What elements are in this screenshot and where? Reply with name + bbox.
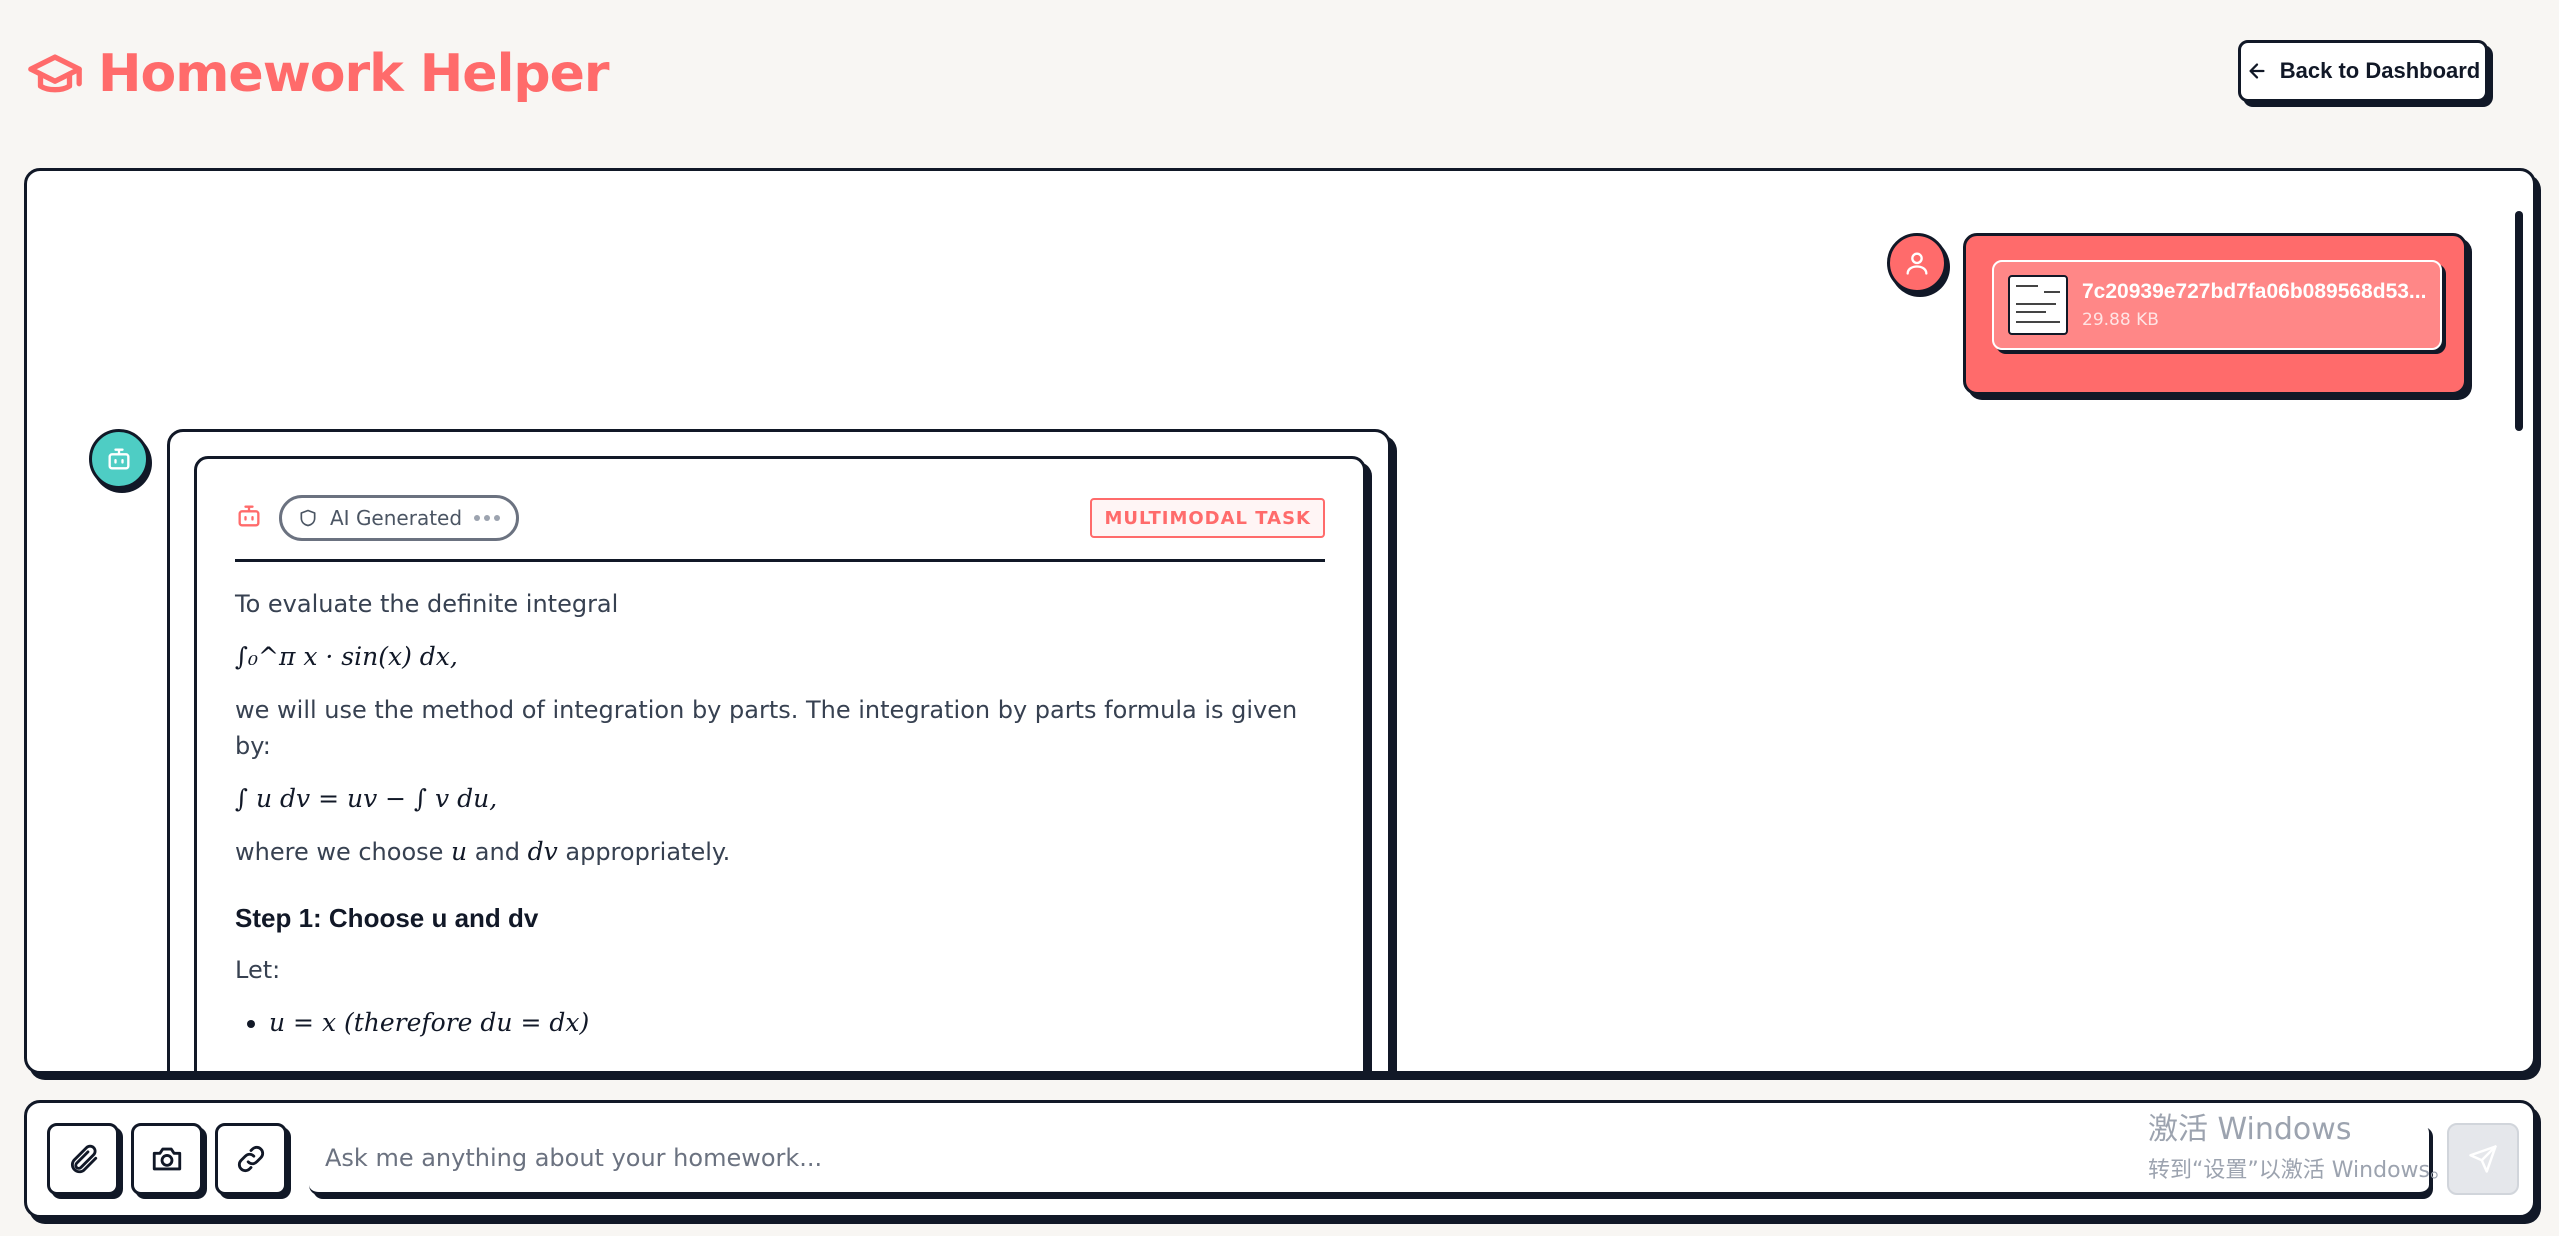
camera-icon xyxy=(152,1147,182,1171)
more-dots-icon xyxy=(474,515,501,521)
app-logo: Homework Helper xyxy=(26,44,610,104)
send-button[interactable] xyxy=(2447,1123,2519,1195)
response-method: we will use the method of integration by… xyxy=(235,695,1298,760)
list-item: u = x (therefore du = dx) xyxy=(269,1004,1325,1042)
chat-panel[interactable]: 7c20939e727bd7fa06b089568d53... 29.88 KB xyxy=(24,168,2536,1074)
paperclip-icon xyxy=(70,1144,98,1174)
ai-generated-badge[interactable]: AI Generated xyxy=(279,495,520,541)
parts-formula: ∫ u dv = uv − ∫ v du, xyxy=(235,783,498,813)
camera-button[interactable] xyxy=(131,1123,203,1195)
app-title: Homework Helper xyxy=(98,44,610,104)
ai-generated-label: AI Generated xyxy=(330,506,463,530)
link-icon xyxy=(237,1145,265,1173)
response-body: To evaluate the definite integral ∫₀^π x… xyxy=(235,562,1325,1041)
send-icon xyxy=(2469,1145,2497,1173)
chat-input[interactable] xyxy=(309,1123,2429,1195)
file-name: 7c20939e727bd7fa06b089568d53... xyxy=(2082,280,2426,303)
robot-small-icon xyxy=(235,502,263,534)
bot-message-bubble: AI Generated MULTIMODAL TASK To evaluate… xyxy=(167,429,1391,1071)
task-type-badge: MULTIMODAL TASK xyxy=(1090,498,1325,538)
back-to-dashboard-label: Back to Dashboard xyxy=(2279,58,2481,83)
link-button[interactable] xyxy=(215,1123,287,1195)
robot-icon xyxy=(108,448,130,470)
arrow-left-icon xyxy=(2249,63,2265,79)
response-header: AI Generated MULTIMODAL TASK xyxy=(235,495,1325,562)
step-1-title: Step 1: Choose u and dv xyxy=(235,902,539,933)
integral-expression: ∫₀^π x · sin(x) dx, xyxy=(235,642,458,671)
bot-response-card: AI Generated MULTIMODAL TASK To evaluate… xyxy=(194,456,1366,1071)
user-avatar xyxy=(1887,233,1947,293)
file-thumbnail xyxy=(2008,275,2068,335)
attached-file-card[interactable]: 7c20939e727bd7fa06b089568d53... 29.88 KB xyxy=(1992,260,2442,350)
attach-file-button[interactable] xyxy=(47,1123,119,1195)
user-message-bubble: 7c20939e727bd7fa06b089568d53... 29.88 KB xyxy=(1963,233,2467,395)
graduation-cap-icon xyxy=(28,54,82,93)
bot-avatar xyxy=(89,429,149,489)
file-size: 29.88 KB xyxy=(2082,310,2159,330)
response-choose: where we choose u and dv appropriately. xyxy=(235,837,731,866)
user-icon xyxy=(1906,252,1928,275)
back-to-dashboard-button[interactable]: Back to Dashboard xyxy=(2238,40,2488,102)
message-input-bar xyxy=(24,1100,2536,1218)
chat-scrollbar[interactable] xyxy=(2515,211,2523,431)
shield-icon xyxy=(300,509,316,527)
response-let: Let: xyxy=(235,955,281,984)
response-intro: To evaluate the definite integral xyxy=(235,590,619,618)
